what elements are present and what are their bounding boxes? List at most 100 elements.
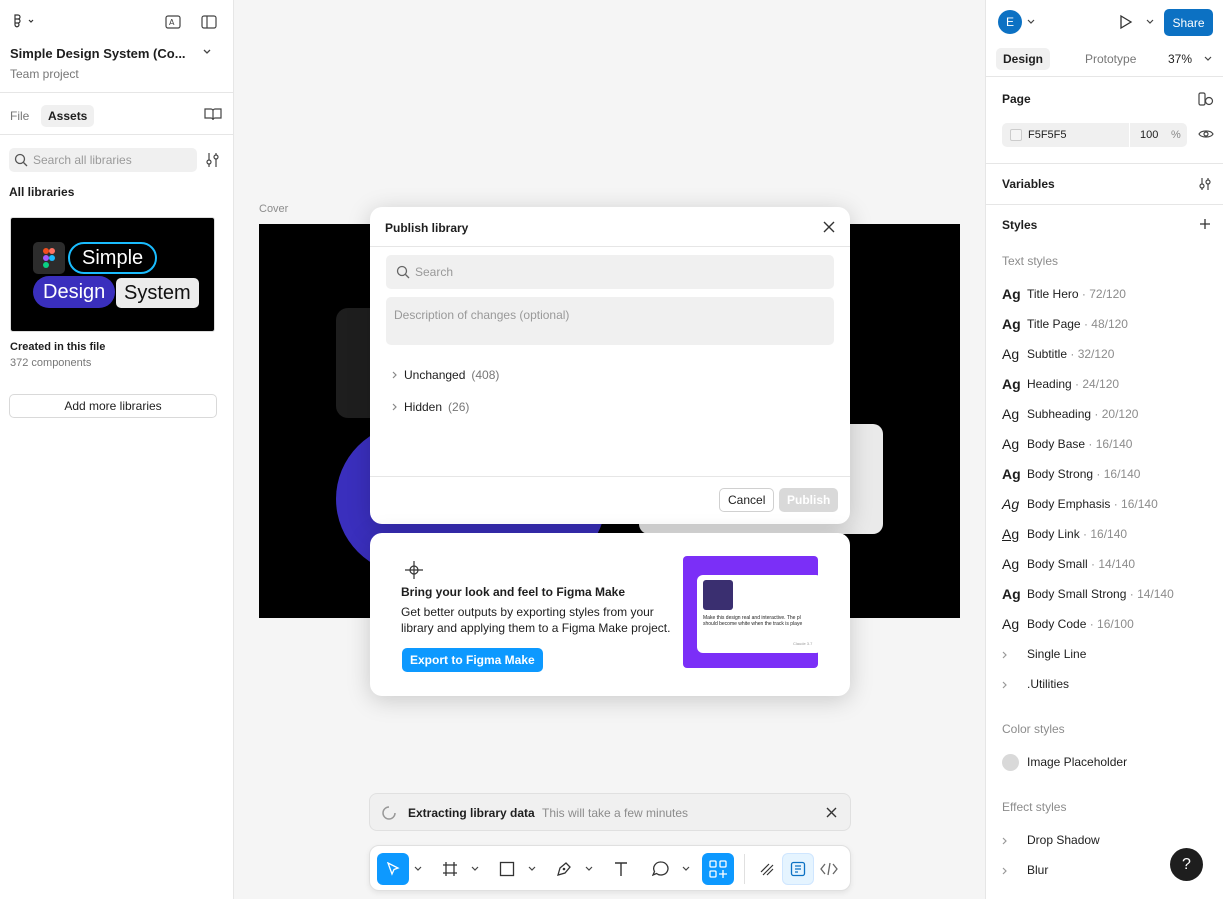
share-button[interactable]: Share [1164,9,1213,36]
page-section-title: Page [1002,92,1031,106]
publish-library-dialog: Publish library Search Description of ch… [370,207,850,524]
main-menu-button[interactable] [10,13,36,31]
sidebar-toggle-icon[interactable] [200,14,218,30]
group-unchanged[interactable]: Unchanged (408) [392,368,499,382]
chevron-down-icon[interactable] [471,866,479,872]
dev-mode-button[interactable] [813,853,845,885]
draw-icon [760,863,774,876]
frame-icon [443,862,457,876]
text-style-item[interactable]: Ag Body Code · 16/100 [1002,609,1212,639]
chevron-down-icon[interactable] [1204,56,1212,62]
effect-style-name: Drop Shadow [1027,833,1100,847]
actions-grid-icon [709,860,727,878]
text-style-icon: Ag [1002,346,1020,362]
page-opacity-value[interactable]: 100 [1140,129,1158,141]
chevron-down-icon[interactable] [585,866,593,872]
help-button[interactable]: ? [1170,848,1203,881]
frame-label[interactable]: Cover [259,203,288,215]
text-style-name: Title Page [1027,317,1081,331]
filter-icon[interactable] [205,152,221,168]
divider [0,134,233,135]
text-style-icon: Ag [1002,616,1020,632]
text-tool-button[interactable] [605,853,637,885]
text-style-name: Body Base [1027,437,1086,451]
chevron-right-icon [1002,646,1027,662]
text-style-item[interactable]: Ag Body Small · 14/140 [1002,549,1212,579]
eye-icon[interactable] [1198,128,1214,140]
pen-tool-button[interactable] [548,853,580,885]
color-swatch[interactable] [1010,129,1022,141]
cancel-button[interactable]: Cancel [719,488,775,512]
text-style-name: Subheading [1027,407,1092,421]
design-mode-button[interactable] [782,853,814,885]
chevron-down-icon[interactable] [414,866,422,872]
text-style-group[interactable]: .Utilities [1002,669,1212,699]
plus-icon[interactable] [1199,218,1211,230]
move-tool-button[interactable] [377,853,409,885]
tab-prototype[interactable]: Prototype [1078,48,1143,70]
tab-file[interactable]: File [3,105,36,127]
add-more-libraries-button[interactable]: Add more libraries [9,394,217,418]
tab-design[interactable]: Design [996,48,1051,70]
chevron-down-icon[interactable] [528,866,536,872]
color-swatch [1002,753,1019,771]
library-book-icon[interactable] [204,107,222,121]
search-placeholder: Search [415,265,454,279]
text-style-item[interactable]: Ag Body Small Strong · 14/140 [1002,579,1212,609]
text-style-item[interactable]: Ag Subheading · 20/120 [1002,399,1212,429]
divider [744,854,745,884]
text-style-meta: · 14/140 [1129,587,1174,601]
text-style-item[interactable]: Ag Subtitle · 32/120 [1002,339,1212,369]
text-style-item[interactable]: Ag Body Strong · 16/140 [1002,459,1212,489]
page-color-value[interactable]: F5F5F5 [1028,129,1067,141]
description-textarea[interactable]: Description of changes (optional) [386,297,834,345]
text-style-group[interactable]: Single Line [1002,639,1212,669]
file-title[interactable]: Simple Design System (Co... [10,46,186,61]
chevron-down-icon[interactable] [682,866,690,872]
publish-search-input[interactable]: Search [386,255,834,289]
page-color-field[interactable]: F5F5F5 100 % [1002,123,1187,147]
publish-button[interactable]: Publish [779,488,839,512]
group-count: (408) [471,368,500,382]
color-style-item[interactable]: Image Placeholder [1002,747,1127,777]
play-icon[interactable] [1118,14,1134,30]
text-style-meta: · 16/140 [1088,437,1133,451]
chevron-down-icon[interactable] [202,48,212,56]
chevron-down-icon[interactable] [1146,19,1154,25]
text-style-icon: Ag [1002,496,1020,512]
font-icon[interactable]: A [164,14,182,30]
variables-section-title[interactable]: Variables [1002,177,1055,191]
actions-button[interactable] [702,853,734,885]
page-options-icon[interactable] [1198,92,1214,106]
export-to-figma-make-button[interactable]: Export to Figma Make [402,648,543,672]
text-style-item[interactable]: Ag Body Base · 16/140 [1002,429,1212,459]
avatar[interactable]: E [998,10,1022,34]
text-style-item[interactable]: Ag Body Link · 16/140 [1002,519,1212,549]
text-style-name: Heading [1027,377,1072,391]
text-style-item[interactable]: Ag Title Page · 48/120 [1002,309,1212,339]
text-style-item[interactable]: Ag Heading · 24/120 [1002,369,1212,399]
close-icon[interactable] [822,220,836,234]
chevron-down-icon[interactable] [1027,19,1035,25]
design-mode-icon [790,861,806,877]
text-style-icon: Ag [1002,526,1020,542]
shape-tool-button[interactable] [491,853,523,885]
adjust-icon[interactable] [1198,177,1212,191]
library-card-title: Created in this file [10,341,106,353]
library-search-input[interactable]: Search all libraries [9,148,197,172]
text-style-meta: · 48/120 [1083,317,1128,331]
bottom-toolbar [369,845,851,891]
chevron-right-icon [392,371,397,379]
draw-mode-button[interactable] [751,853,783,885]
tab-assets[interactable]: Assets [41,105,95,127]
library-thumbnail[interactable]: Simple Design System [10,217,215,332]
comment-tool-button[interactable] [645,853,677,885]
group-hidden[interactable]: Hidden (26) [392,400,469,414]
divider [986,163,1223,164]
close-icon[interactable] [825,806,838,819]
frame-tool-button[interactable] [434,853,466,885]
text-style-item[interactable]: Ag Title Hero · 72/120 [1002,279,1212,309]
text-style-item[interactable]: Ag Body Emphasis · 16/140 [1002,489,1212,519]
zoom-level[interactable]: 37% [1168,52,1192,66]
text-style-icon: Ag [1002,286,1021,302]
